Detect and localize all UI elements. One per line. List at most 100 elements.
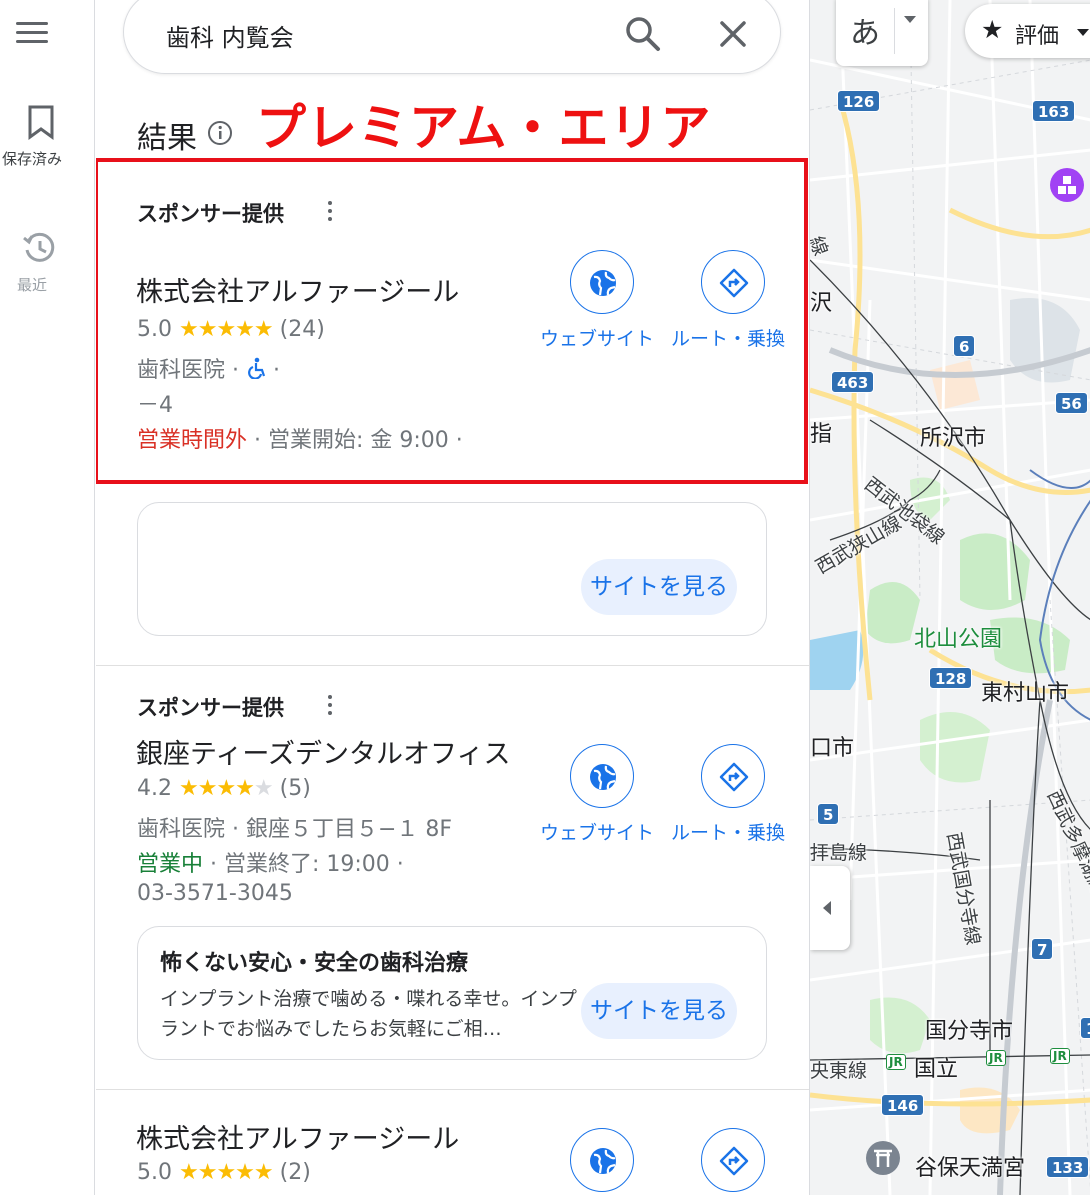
chevron-down-icon	[904, 16, 916, 23]
category-row: 歯科医院 · ·	[137, 352, 280, 384]
ad-description: インプラント治療で噛める・喋れる幸せ。インプラントでお悩みでしたらお気軽にご相…	[160, 988, 577, 1040]
collapse-panel-button[interactable]	[810, 866, 850, 950]
recent-label: 最近	[16, 276, 47, 294]
more-options-button[interactable]	[320, 198, 340, 224]
review-count[interactable]: (5)	[280, 776, 311, 801]
status-badge: 営業中	[137, 852, 204, 877]
divider	[96, 665, 809, 666]
review-count[interactable]: (24)	[280, 317, 325, 342]
rating-value: 4.2	[137, 776, 172, 801]
route-badge: 6	[953, 335, 976, 357]
kebab-icon	[328, 201, 332, 205]
hours-row: 営業中 · 営業終了: 19:00 ·	[137, 846, 404, 878]
website-label[interactable]: ウェブサイト	[540, 818, 654, 845]
more-options-button[interactable]	[320, 692, 340, 718]
close-icon	[720, 21, 746, 47]
ad-card[interactable]: 怖くない安心・安全の歯科治療 インプラント治療で噛める・喋れる幸せ。インプラント…	[137, 926, 767, 1060]
place-pin-icon[interactable]	[1050, 168, 1084, 202]
search-box	[123, 0, 781, 74]
directions-label[interactable]: ルート・乗換	[671, 324, 785, 351]
chevron-left-icon	[823, 901, 831, 915]
recent-button[interactable]: 最近	[0, 230, 64, 295]
chevron-down-icon	[1077, 29, 1089, 36]
sponsored-label: スポンサー提供	[137, 202, 284, 226]
status-badge: 営業時間外	[137, 428, 248, 453]
rating-filter-chip[interactable]: ★ 評価	[965, 4, 1090, 58]
language-char: あ	[850, 16, 880, 51]
results-panel: 結果 プレミアム・エリア スポンサー提供 株式会社アルファージール 5.0 ★★…	[96, 0, 809, 1195]
directions-button[interactable]	[701, 1128, 765, 1192]
review-count[interactable]: (2)	[280, 1160, 311, 1185]
route-badge: 126	[837, 90, 881, 112]
rating-row: 5.0 ★★★★★ (24)	[137, 317, 325, 342]
map-label-kitayama-park: 北山公園	[914, 627, 1003, 652]
saved-label: 保存済み	[1, 150, 62, 168]
directions-label[interactable]: ルート・乗換	[671, 818, 785, 845]
search-input[interactable]	[166, 15, 586, 55]
saved-button[interactable]: 保存済み	[0, 104, 64, 169]
route-badge: 7	[1031, 938, 1054, 960]
stars-empty: ★	[253, 776, 274, 801]
map-label-tokorozawa: 所沢市	[920, 426, 987, 451]
view-site-button[interactable]: サイトを見る	[581, 983, 737, 1039]
route-badge: 133	[1046, 1156, 1090, 1178]
info-button[interactable]	[207, 120, 233, 146]
category-address: 歯科医院 · 銀座５丁目５−１ 8F	[137, 817, 453, 842]
results-title: 結果	[137, 121, 197, 156]
map-label-kokubunji: 国分寺市	[925, 1019, 1014, 1044]
route-badge: 5	[817, 803, 840, 825]
map-label-kunitachi: 国立	[914, 1057, 959, 1082]
kebab-dot	[328, 209, 332, 213]
directions-button[interactable]	[701, 250, 765, 314]
torii-icon	[874, 1149, 892, 1167]
globe-icon	[590, 764, 616, 790]
directions-icon	[719, 268, 749, 298]
route-badge: 56	[1055, 392, 1088, 414]
website-button[interactable]	[570, 1128, 634, 1192]
language-sep	[894, 8, 895, 54]
ad-card[interactable]: サイトを見る	[137, 502, 767, 636]
website-button[interactable]	[570, 250, 634, 314]
rating-value: 5.0	[137, 317, 172, 342]
menu-button[interactable]	[12, 14, 52, 50]
business-name[interactable]: 株式会社アルファージール	[136, 270, 459, 309]
sponsored-label: スポンサー提供	[137, 696, 284, 720]
route-badge: 163	[1032, 100, 1076, 122]
history-icon	[23, 232, 55, 262]
map-label-higashimurayama: 東村山市	[981, 681, 1070, 706]
map-canvas[interactable]: 126 163 6 463 56 128 5 7 146 133 1 所沢市 東…	[809, 0, 1090, 1195]
rating-filter-label: 評価	[1015, 24, 1060, 49]
website-button[interactable]	[570, 744, 634, 808]
category: 歯科医院 ·	[137, 358, 246, 383]
business-name[interactable]: 株式会社アルファージール	[136, 1117, 459, 1156]
shrine-pin-icon[interactable]	[866, 1141, 900, 1175]
view-site-button[interactable]: サイトを見る	[581, 559, 737, 615]
route-badge: 1	[1080, 1017, 1090, 1039]
menu-icon	[16, 22, 48, 25]
jr-station-icon: JR	[986, 1050, 1006, 1066]
map-label-sawa: 沢	[810, 291, 833, 316]
map-label-haijima: 拝島線	[810, 842, 868, 864]
business-name[interactable]: 銀座ティーズデンタルオフィス	[136, 732, 511, 771]
rating-row: 5.0 ★★★★★ (2)	[137, 1160, 311, 1185]
map-label-yubi: 指	[810, 422, 833, 447]
wheelchair-icon	[248, 357, 266, 380]
directions-icon	[719, 1146, 749, 1176]
globe-icon	[590, 270, 616, 296]
kebab-dot	[328, 217, 332, 221]
directions-icon	[719, 762, 749, 792]
search-button[interactable]	[622, 13, 664, 55]
building-icon	[1058, 176, 1076, 194]
website-label[interactable]: ウェブサイト	[540, 324, 654, 351]
category-sep: ·	[265, 358, 280, 383]
map-label-ichi: 口市	[810, 736, 855, 761]
star-icon: ★	[981, 15, 1004, 44]
language-input-button[interactable]: あ	[836, 0, 928, 66]
menu-icon-bar	[16, 31, 48, 34]
directions-button[interactable]	[701, 744, 765, 808]
kebab-dot	[328, 711, 332, 715]
clear-search-button[interactable]	[712, 13, 754, 55]
kebab-icon	[328, 695, 332, 699]
stars-filled: ★★★★	[179, 776, 255, 801]
bookmark-icon	[28, 105, 53, 140]
